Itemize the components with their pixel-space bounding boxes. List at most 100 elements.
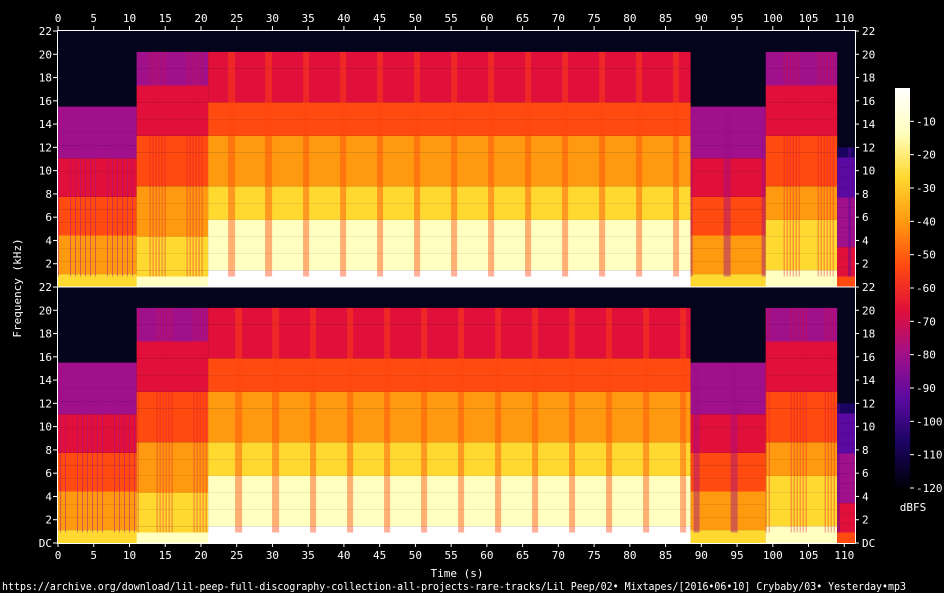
transient-streak — [606, 307, 608, 543]
spectrum-band — [765, 219, 838, 237]
spectrum-band — [765, 425, 838, 443]
transient-streak — [384, 307, 386, 543]
colorbar-label: dBFS — [900, 501, 927, 514]
transient-streak — [385, 307, 387, 543]
x-tick-label: 40 — [337, 549, 350, 562]
transient-streak — [156, 307, 158, 543]
transient-streak — [351, 307, 353, 543]
transient-streak — [643, 307, 645, 543]
transient-streak — [725, 106, 727, 287]
spectrum-band — [765, 442, 838, 460]
transient-streak — [275, 307, 277, 543]
transient-streak — [388, 307, 390, 543]
transient-streak — [736, 362, 738, 543]
transient-streak — [239, 307, 241, 543]
transient-streak — [195, 51, 197, 288]
spectrum-band — [765, 203, 838, 220]
spectrum-band — [136, 152, 209, 170]
transient-streak — [693, 362, 695, 543]
transient-streak — [768, 307, 770, 543]
x-tick-label: 85 — [659, 12, 672, 25]
transient-streak — [683, 307, 685, 543]
spectrum-band — [837, 247, 855, 258]
spectrum-band — [58, 119, 137, 133]
transient-streak — [423, 307, 425, 543]
y-tick-label: 2 — [862, 258, 869, 271]
transient-streak — [236, 307, 238, 543]
colorbar-tick-label: -20 — [916, 149, 936, 162]
x-tick-label: 75 — [587, 12, 600, 25]
transient-streak — [132, 106, 133, 287]
x-tick-label: 55 — [445, 12, 458, 25]
transient-streak — [837, 403, 839, 543]
transient-streak — [311, 307, 313, 543]
spectrum-band — [136, 169, 209, 187]
transient-streak — [414, 51, 416, 288]
transient-streak — [303, 51, 305, 288]
transient-streak — [164, 51, 166, 288]
transient-streak — [352, 307, 354, 543]
transient-streak — [696, 362, 698, 543]
spectrum-band — [765, 475, 838, 493]
x-tick-label: 95 — [730, 12, 743, 25]
spectrum-band — [136, 135, 209, 153]
transient-streak — [573, 307, 575, 543]
y-tick-label: 20 — [862, 48, 875, 61]
low-frequency-band — [208, 276, 691, 287]
y-tick-label: 12 — [862, 397, 875, 410]
x-tick-label: 100 — [763, 12, 783, 25]
transient-streak — [344, 51, 346, 288]
y-tick-label: 12 — [39, 397, 52, 410]
y-tick-label: 14 — [39, 118, 53, 131]
spectrum-band — [58, 158, 137, 172]
x-tick-label: 55 — [445, 549, 458, 562]
transient-streak — [386, 307, 388, 543]
transient-streak — [421, 307, 423, 543]
transient-streak — [533, 307, 535, 543]
transient-streak — [416, 51, 418, 288]
spectrum-band — [765, 459, 838, 476]
transient-streak — [456, 51, 458, 288]
transient-streak — [790, 307, 792, 543]
low-frequency-band — [837, 276, 855, 287]
transient-streak — [798, 51, 800, 288]
spectrum-band — [208, 119, 691, 136]
x-tick-label: 50 — [409, 12, 422, 25]
colorbar-tick-label: -120 — [916, 482, 943, 495]
low-frequency-band — [58, 276, 137, 287]
transient-streak — [453, 51, 455, 288]
transient-streak — [424, 307, 426, 543]
transient-streak — [673, 51, 675, 288]
y-tick-label: 6 — [45, 467, 52, 480]
transient-streak — [82, 362, 83, 543]
spectrum-band — [58, 209, 137, 223]
transient-streak — [267, 51, 269, 288]
spectrum-band — [208, 475, 691, 493]
transient-streak — [488, 51, 490, 288]
spectrum-band — [208, 307, 691, 325]
transient-streak — [600, 51, 602, 288]
transient-streak — [695, 362, 697, 543]
transient-streak — [205, 307, 207, 543]
transient-streak — [459, 307, 461, 543]
spectrum-band — [690, 478, 766, 492]
spectrum-band — [58, 222, 137, 236]
spectrum-band — [208, 358, 691, 376]
y-tick-label: 20 — [39, 304, 52, 317]
x-tick-label: 30 — [266, 549, 279, 562]
x-tick-label: 105 — [799, 12, 819, 25]
spectrum-band — [208, 459, 691, 476]
transient-streak — [307, 51, 309, 288]
transient-streak — [233, 51, 235, 288]
transient-streak — [685, 307, 687, 543]
transient-streak — [729, 106, 731, 287]
transient-streak — [681, 307, 683, 543]
transient-streak — [796, 307, 798, 543]
low-frequency-band — [136, 532, 209, 543]
transient-streak — [638, 51, 640, 288]
spectrum-band — [837, 267, 855, 278]
transient-streak — [122, 106, 123, 287]
spectrum-band — [136, 51, 209, 69]
y-tick-label: 4 — [45, 234, 52, 247]
low-frequency-band — [690, 276, 766, 287]
